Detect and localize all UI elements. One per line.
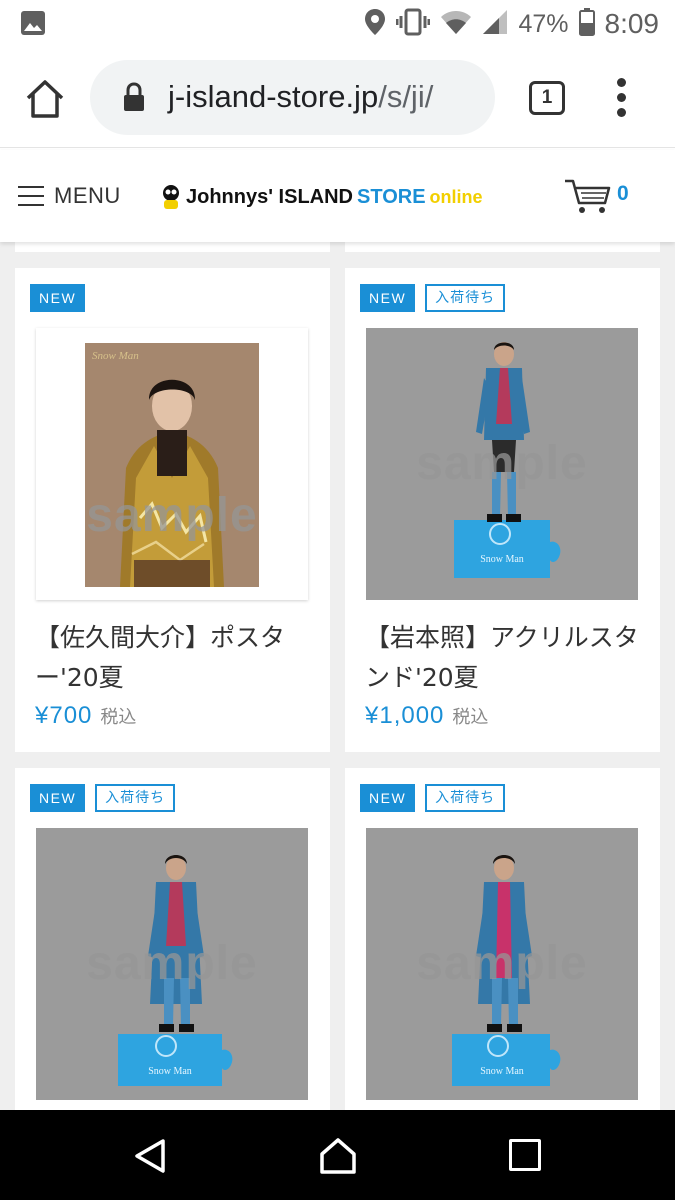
sample-watermark: sample bbox=[416, 437, 588, 490]
svg-text:Snow Man: Snow Man bbox=[92, 350, 139, 362]
badge-row: NEW 入荷待ち bbox=[360, 284, 506, 312]
sample-watermark: sample bbox=[86, 937, 258, 990]
sample-watermark: sample bbox=[86, 489, 258, 542]
hamburger-icon bbox=[18, 186, 44, 206]
cart-count: 0 bbox=[617, 182, 629, 205]
url-text: j-island-store.jp/s/ji/ bbox=[168, 79, 433, 115]
product-image[interactable]: Snow Man sample bbox=[36, 328, 308, 600]
awaiting-stock-badge: 入荷待ち bbox=[425, 284, 506, 312]
logo-main-text: Johnnys' ISLAND bbox=[186, 185, 353, 208]
logo-online-text: online bbox=[429, 186, 483, 207]
battery-percent: 47% bbox=[518, 9, 569, 38]
badge-row: NEW 入荷待ち bbox=[360, 784, 506, 812]
tab-switcher-button[interactable]: 1 bbox=[529, 81, 565, 115]
product-card[interactable]: NEW Snow Man sample 【佐久間大介】ポスター'20夏 ¥700… bbox=[15, 268, 330, 752]
status-bar: 47% 8:09 bbox=[0, 0, 675, 48]
price-row: ¥700 税込 bbox=[35, 702, 136, 730]
product-image[interactable]: Snow Man sample bbox=[36, 828, 308, 1100]
address-bar[interactable]: j-island-store.jp/s/ji/ bbox=[90, 60, 495, 135]
new-badge: NEW bbox=[30, 284, 86, 312]
awaiting-stock-badge: 入荷待ち bbox=[95, 784, 176, 812]
menu-button[interactable]: MENU bbox=[18, 178, 121, 214]
battery-icon bbox=[578, 8, 595, 40]
overflow-menu-icon[interactable] bbox=[612, 78, 632, 118]
badge-row: NEW 入荷待ち bbox=[30, 784, 176, 812]
price-row: ¥1,000 税込 bbox=[365, 702, 488, 730]
system-navigation-bar bbox=[0, 1110, 675, 1200]
new-badge: NEW bbox=[360, 284, 416, 312]
tax-label: 税込 bbox=[452, 707, 489, 728]
product-card[interactable]: NEW 入荷待ち Snow Man sample 【岩本照】アクリルスタンド'2… bbox=[345, 268, 660, 752]
price-value: ¥1,000 bbox=[365, 702, 445, 729]
back-icon[interactable] bbox=[133, 1138, 169, 1174]
new-badge: NEW bbox=[360, 784, 416, 812]
awaiting-stock-badge: 入荷待ち bbox=[425, 784, 506, 812]
product-image[interactable]: Snow Man sample bbox=[366, 328, 638, 600]
product-card[interactable]: NEW 入荷待ち Snow Man sample bbox=[345, 768, 660, 1110]
poster-photo: Snow Man bbox=[85, 343, 259, 587]
product-title[interactable]: 【佐久間大介】ポスター'20夏 bbox=[35, 618, 320, 698]
product-image[interactable]: Snow Man sample bbox=[366, 828, 638, 1100]
previous-card-bottom bbox=[345, 242, 660, 252]
sample-watermark: sample bbox=[416, 937, 588, 990]
tax-label: 税込 bbox=[100, 707, 137, 728]
location-icon bbox=[364, 8, 386, 40]
url-path: /s/ji/ bbox=[378, 79, 434, 114]
price-value: ¥700 bbox=[35, 702, 93, 729]
recent-apps-icon[interactable] bbox=[509, 1139, 541, 1171]
status-icons: 47% 8:09 bbox=[364, 6, 659, 42]
product-grid: NEW Snow Man sample 【佐久間大介】ポスター'20夏 ¥700… bbox=[0, 242, 675, 1110]
lock-icon bbox=[122, 82, 146, 112]
browser-toolbar: j-island-store.jp/s/ji/ 1 bbox=[0, 48, 675, 148]
clock: 8:09 bbox=[604, 8, 660, 39]
home-nav-icon[interactable] bbox=[318, 1136, 358, 1176]
store-logo[interactable]: Johnnys' ISLAND STORE online bbox=[160, 181, 483, 213]
home-icon[interactable] bbox=[24, 78, 66, 120]
badge-row: NEW bbox=[30, 284, 86, 312]
site-header: MENU Johnnys' ISLAND STORE online 0 bbox=[0, 150, 675, 242]
cart-icon[interactable] bbox=[563, 178, 613, 216]
logo-store-text: STORE bbox=[357, 185, 426, 208]
menu-label: MENU bbox=[54, 183, 121, 208]
svg-text:Snow Man: Snow Man bbox=[480, 554, 524, 565]
gallery-notification-icon bbox=[20, 10, 46, 40]
product-title[interactable]: 【岩本照】アクリルスタンド'20夏 bbox=[365, 618, 650, 698]
svg-text:Snow Man: Snow Man bbox=[148, 1066, 192, 1077]
wifi-icon bbox=[440, 9, 472, 39]
mascot-icon bbox=[160, 184, 182, 210]
signal-icon bbox=[482, 9, 508, 39]
product-card[interactable]: NEW 入荷待ち Snow Man sample bbox=[15, 768, 330, 1110]
svg-text:Snow Man: Snow Man bbox=[480, 1066, 524, 1077]
new-badge: NEW bbox=[30, 784, 86, 812]
previous-card-bottom bbox=[15, 242, 330, 252]
url-host: j-island-store.jp bbox=[168, 79, 379, 114]
vibrate-icon bbox=[395, 8, 431, 40]
